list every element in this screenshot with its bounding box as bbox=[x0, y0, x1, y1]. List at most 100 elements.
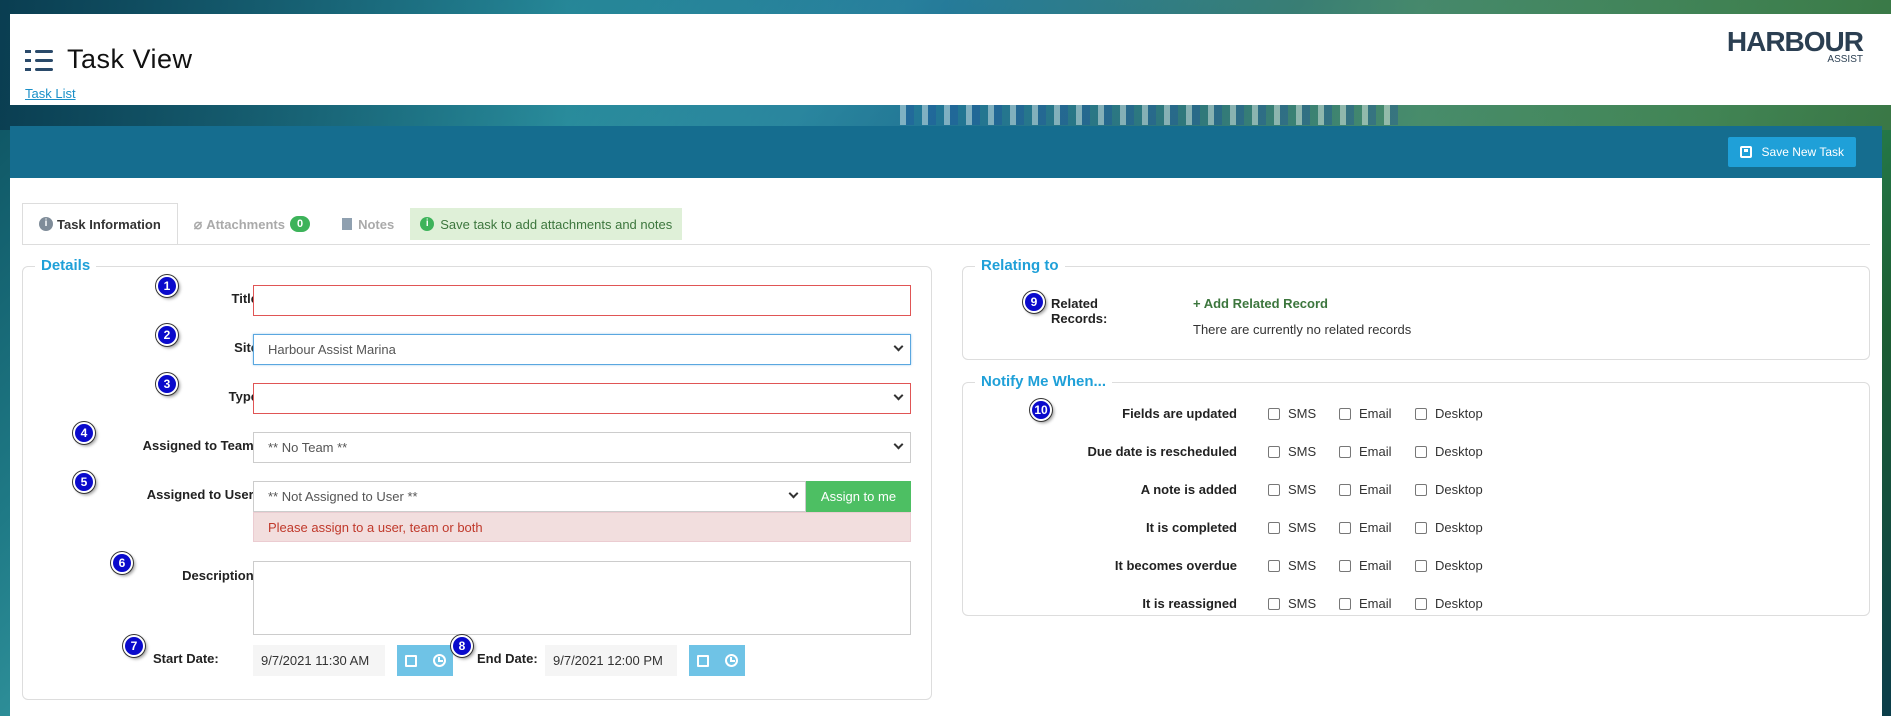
assign-error-message: Please assign to a user, team or both bbox=[253, 512, 911, 542]
start-date-label: Start Date: bbox=[153, 651, 219, 666]
notify-email-label: Email bbox=[1359, 482, 1392, 497]
action-bar: Save New Task bbox=[10, 126, 1882, 178]
notify-sms-checkbox[interactable] bbox=[1268, 408, 1280, 420]
clock-icon bbox=[432, 654, 446, 667]
notify-sms-label: SMS bbox=[1288, 596, 1317, 611]
notify-desktop-checkbox[interactable] bbox=[1415, 522, 1427, 534]
clock-icon bbox=[724, 654, 738, 667]
notify-desktop-label: Desktop bbox=[1435, 482, 1483, 497]
page-title: Task View bbox=[67, 44, 193, 74]
site-select[interactable]: Harbour Assist Marina bbox=[253, 334, 911, 365]
notify-email-checkbox[interactable] bbox=[1339, 560, 1351, 572]
tab-divider bbox=[22, 244, 1870, 245]
notify-desktop-checkbox[interactable] bbox=[1415, 560, 1427, 572]
background-boats bbox=[900, 105, 1400, 125]
site-label: Site bbox=[234, 340, 258, 355]
notify-sms-label: SMS bbox=[1288, 406, 1317, 421]
assigned-user-label: Assigned to User: bbox=[146, 487, 258, 502]
marker-7: 7 bbox=[123, 635, 145, 657]
end-date-input[interactable]: 9/7/2021 12:00 PM bbox=[545, 645, 677, 676]
notify-email-label: Email bbox=[1359, 558, 1392, 573]
notify-row-label: It is reassigned bbox=[1142, 596, 1237, 611]
notify-sms-checkbox[interactable] bbox=[1268, 522, 1280, 534]
marker-9: 9 bbox=[1023, 291, 1045, 313]
assigned-team-select[interactable]: ** No Team ** bbox=[253, 432, 911, 463]
notify-email-checkbox[interactable] bbox=[1339, 522, 1351, 534]
notify-desktop-checkbox[interactable] bbox=[1415, 598, 1427, 610]
marker-8: 8 bbox=[451, 635, 473, 657]
notify-desktop-label: Desktop bbox=[1435, 520, 1483, 535]
notify-sms-checkbox[interactable] bbox=[1268, 484, 1280, 496]
marker-10: 10 bbox=[1030, 399, 1052, 421]
calendar-icon bbox=[697, 654, 709, 667]
notify-row-label: Due date is rescheduled bbox=[1087, 444, 1237, 459]
title-label: Title bbox=[231, 291, 259, 306]
notify-sms-checkbox[interactable] bbox=[1268, 446, 1280, 458]
related-records-label: Related Records: bbox=[1051, 296, 1108, 326]
tab-info-note: i Save task to add attachments and notes bbox=[410, 208, 683, 240]
calendar-icon bbox=[405, 654, 417, 667]
notify-desktop-label: Desktop bbox=[1435, 406, 1483, 421]
title-input[interactable] bbox=[253, 285, 911, 316]
attachments-count-badge: 0 bbox=[289, 216, 311, 232]
assign-to-me-button[interactable]: Assign to me bbox=[806, 481, 911, 512]
end-calendar-button[interactable] bbox=[689, 645, 717, 676]
description-label: Description: bbox=[182, 568, 258, 583]
notify-row-label: Fields are updated bbox=[1122, 406, 1237, 421]
chevron-down-icon bbox=[893, 390, 904, 401]
harbour-assist-logo: HARBOUR ASSIST bbox=[1726, 26, 1864, 66]
notify-email-label: Email bbox=[1359, 444, 1392, 459]
description-textarea[interactable] bbox=[253, 561, 911, 635]
end-time-button[interactable] bbox=[717, 645, 745, 676]
relating-section: Relating to 9 Related Records: + Add Rel… bbox=[962, 257, 1870, 360]
notify-email-checkbox[interactable] bbox=[1339, 408, 1351, 420]
start-date-input[interactable]: 9/7/2021 11:30 AM bbox=[253, 645, 385, 676]
details-legend: Details bbox=[35, 257, 97, 274]
save-new-task-button[interactable]: Save New Task bbox=[1727, 137, 1856, 167]
notify-email-checkbox[interactable] bbox=[1339, 484, 1351, 496]
notify-desktop-label: Desktop bbox=[1435, 558, 1483, 573]
info-icon: i bbox=[420, 217, 435, 231]
details-section: Details 1 Title 2 Site Harbour Assist Ma… bbox=[22, 257, 932, 700]
page-header: Task View Task List HARBOUR ASSIST bbox=[10, 14, 1891, 105]
notify-desktop-label: Desktop bbox=[1435, 596, 1483, 611]
chevron-down-icon bbox=[893, 341, 904, 352]
main-panel: i Task Information ⌀ Attachments 0 Notes… bbox=[10, 178, 1882, 716]
notify-sms-checkbox[interactable] bbox=[1268, 560, 1280, 572]
start-calendar-button[interactable] bbox=[397, 645, 425, 676]
notify-email-label: Email bbox=[1359, 406, 1392, 421]
chevron-down-icon bbox=[893, 439, 904, 450]
notify-row-label: It becomes overdue bbox=[1114, 558, 1237, 573]
notify-section: Notify Me When... 10 Fields are updated S… bbox=[962, 373, 1870, 616]
type-label: Type bbox=[228, 389, 258, 404]
breadcrumb-task-list[interactable]: Task List bbox=[25, 86, 76, 101]
notify-sms-checkbox[interactable] bbox=[1268, 598, 1280, 610]
start-time-button[interactable] bbox=[425, 645, 453, 676]
notify-row-label: It is completed bbox=[1145, 520, 1237, 535]
notify-email-label: Email bbox=[1359, 520, 1392, 535]
notify-desktop-label: Desktop bbox=[1435, 444, 1483, 459]
add-related-record-link[interactable]: + Add Related Record bbox=[1193, 296, 1328, 311]
document-icon bbox=[342, 218, 353, 230]
notify-email-checkbox[interactable] bbox=[1339, 598, 1351, 610]
relating-legend: Relating to bbox=[975, 257, 1065, 274]
type-select[interactable] bbox=[253, 383, 911, 414]
tab-task-information[interactable]: i Task Information bbox=[22, 203, 178, 245]
notify-email-label: Email bbox=[1359, 596, 1392, 611]
notify-sms-label: SMS bbox=[1288, 520, 1317, 535]
save-icon bbox=[1739, 146, 1752, 158]
no-related-records-text: There are currently no related records bbox=[1193, 322, 1412, 337]
notify-sms-label: SMS bbox=[1288, 444, 1317, 459]
notify-desktop-checkbox[interactable] bbox=[1415, 484, 1427, 496]
notify-legend: Notify Me When... bbox=[975, 373, 1112, 390]
notify-email-checkbox[interactable] bbox=[1339, 446, 1351, 458]
tab-notes[interactable]: Notes bbox=[326, 203, 410, 245]
tab-attachments[interactable]: ⌀ Attachments 0 bbox=[178, 203, 326, 245]
notify-desktop-checkbox[interactable] bbox=[1415, 446, 1427, 458]
task-list-icon bbox=[25, 48, 55, 72]
chevron-down-icon bbox=[788, 488, 799, 499]
tab-bar: i Task Information ⌀ Attachments 0 Notes… bbox=[22, 203, 683, 245]
notify-sms-label: SMS bbox=[1288, 558, 1317, 573]
notify-desktop-checkbox[interactable] bbox=[1415, 408, 1427, 420]
assigned-user-select[interactable]: ** Not Assigned to User ** bbox=[253, 481, 806, 512]
